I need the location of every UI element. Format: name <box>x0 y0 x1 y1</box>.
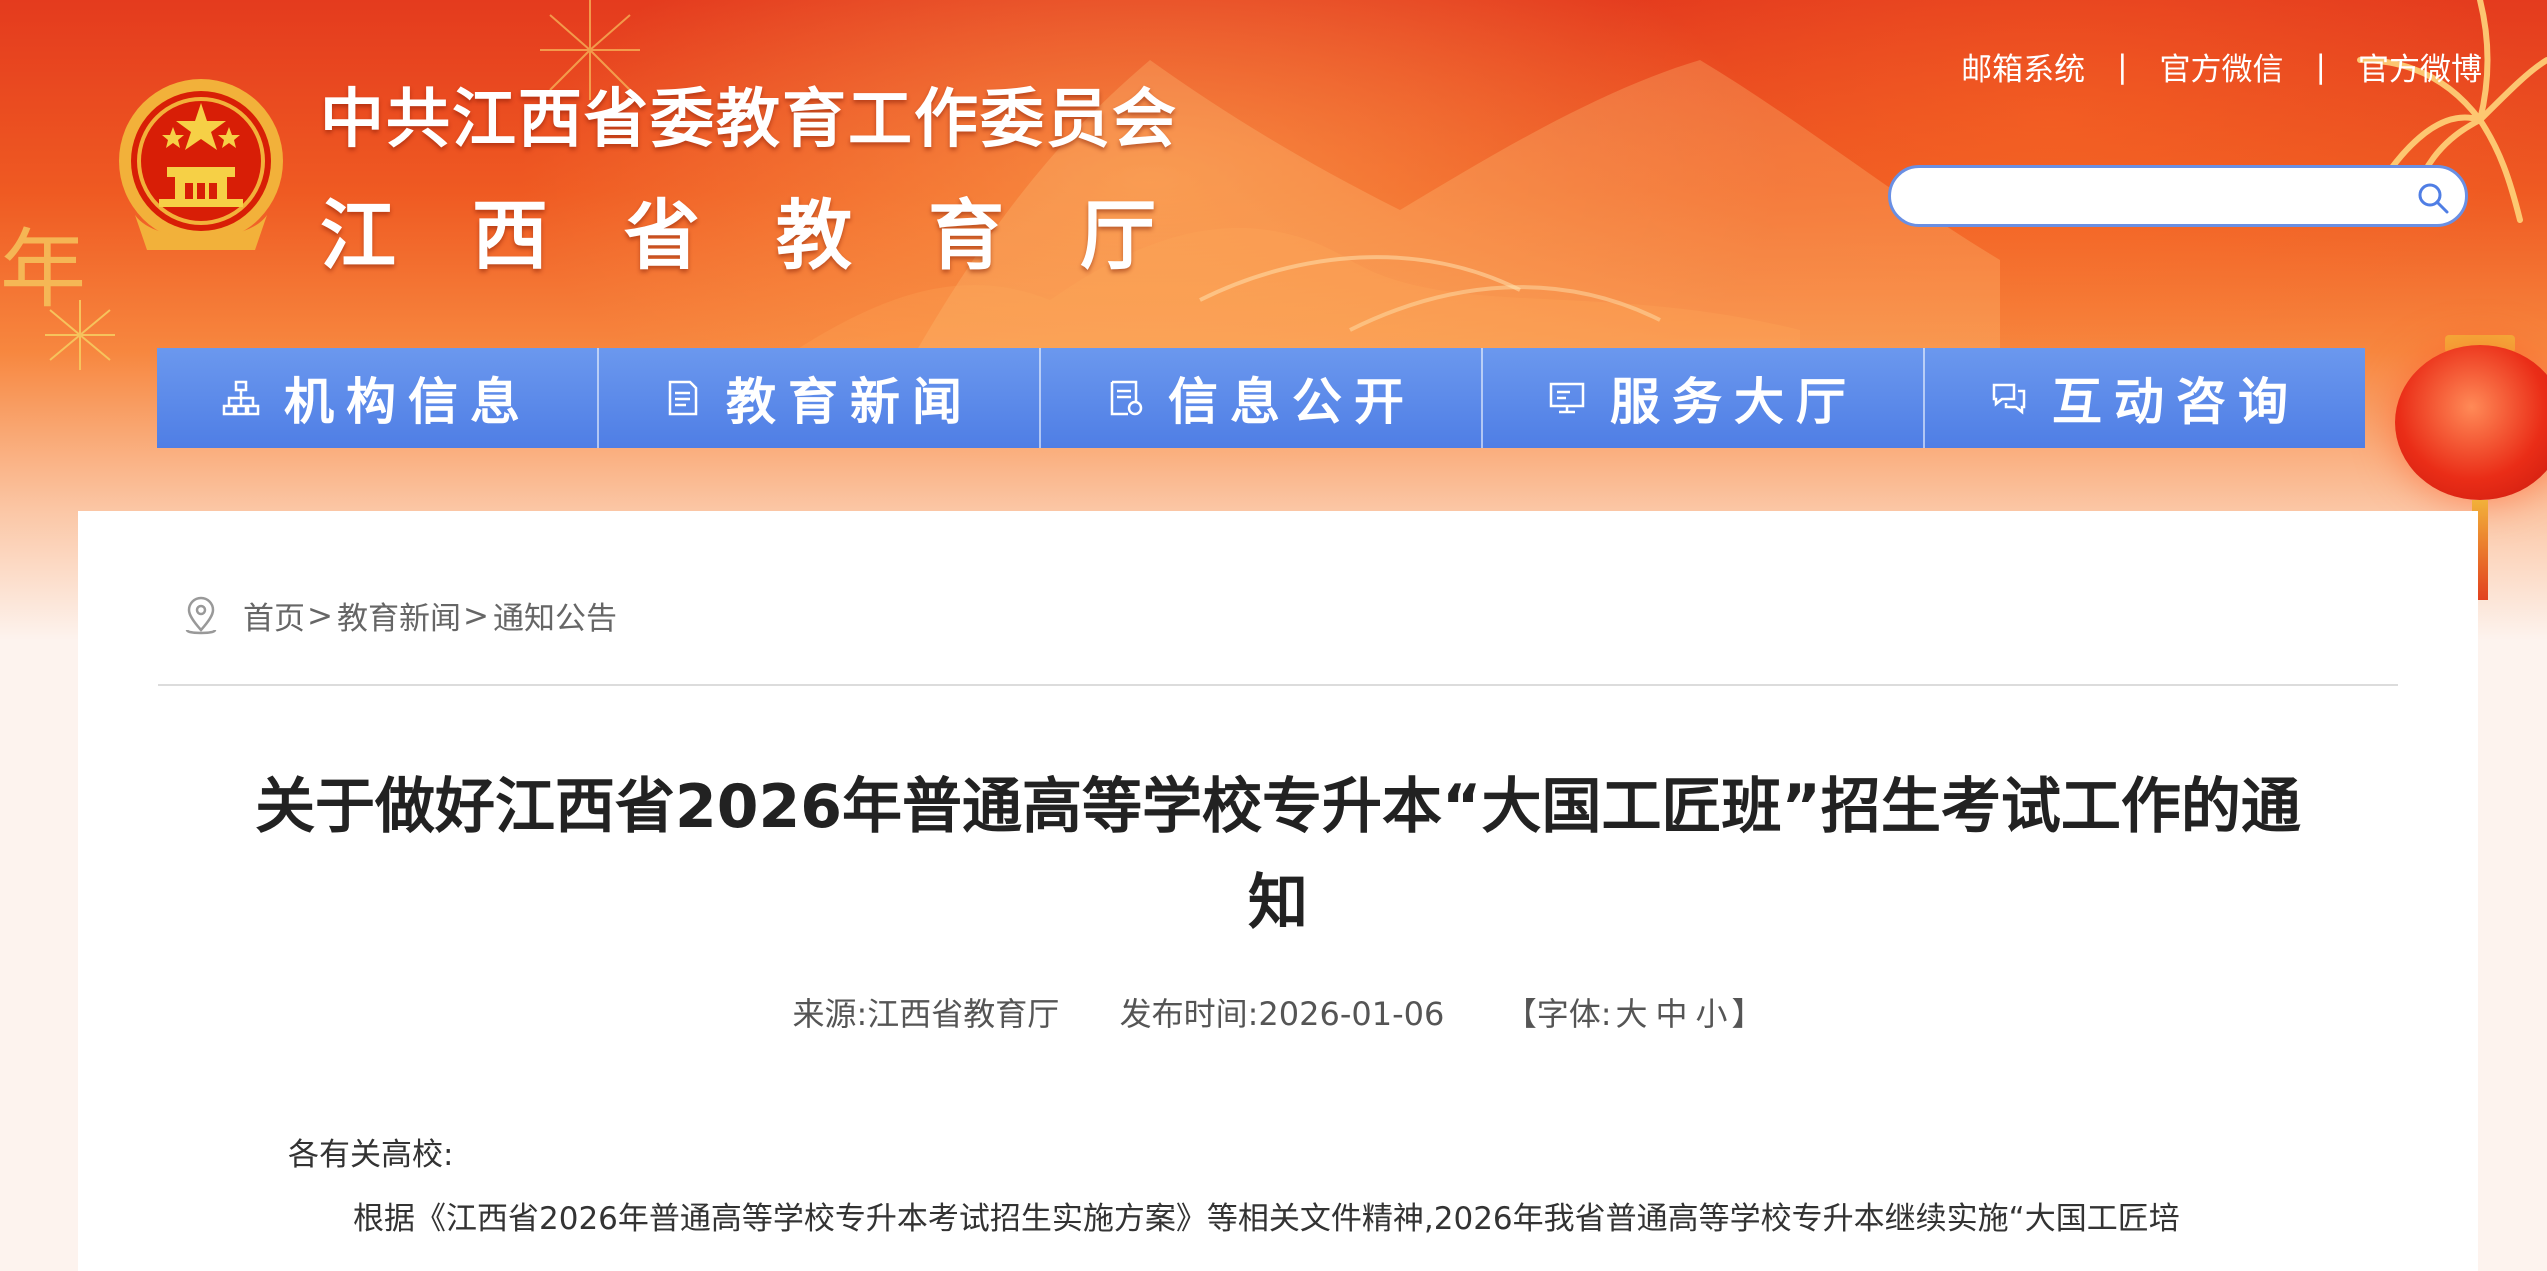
breadcrumb-notice-link[interactable]: 通知公告 <box>493 593 617 638</box>
breadcrumb-separator: > <box>307 597 333 634</box>
org-name-line2: 江西省教育厅 <box>320 191 1232 280</box>
nav-label: 互动咨询 <box>2052 373 2300 431</box>
font-size-small-button[interactable]: 小 <box>1696 995 1728 1033</box>
breadcrumb-divider <box>158 684 2398 686</box>
article-salutation: 各有关高校: <box>288 1137 454 1173</box>
official-weibo-link[interactable]: 官方微博 <box>2358 44 2482 89</box>
org-name-line1: 中共江西省委教育工作委员会 <box>320 83 1178 157</box>
font-size-suffix: 】 <box>1731 995 1764 1033</box>
link-separator: | <box>2315 48 2326 85</box>
font-size-medium-button[interactable]: 中 <box>1656 995 1688 1033</box>
date-label: 发布时间: <box>1119 995 1259 1033</box>
nav-item-org-info[interactable]: 机构信息 <box>157 348 599 448</box>
nav-item-info-disclosure[interactable]: 信息公开 <box>1041 348 1483 448</box>
mail-system-link[interactable]: 邮箱系统 <box>1961 44 2085 89</box>
new-year-calligraphy-decoration: 年 <box>0 220 86 320</box>
nav-label: 教育新闻 <box>726 373 974 431</box>
monitor-icon <box>1549 382 1585 414</box>
search-icon[interactable] <box>2415 180 2451 216</box>
nav-item-edu-news[interactable]: 教育新闻 <box>599 348 1041 448</box>
breadcrumb-separator: > <box>462 597 489 634</box>
nav-item-interactive-consult[interactable]: 互动咨询 <box>1925 348 2365 448</box>
publish-date: 2026-01-06 <box>1258 995 1445 1033</box>
org-chart-icon <box>222 380 260 416</box>
link-separator: | <box>2117 48 2128 85</box>
search-box <box>1888 165 2468 227</box>
chat-bubbles-icon <box>1992 383 2026 415</box>
nav-label: 机构信息 <box>284 373 532 431</box>
breadcrumb-edu-news-link[interactable]: 教育新闻 <box>337 593 461 638</box>
nav-label: 服务大厅 <box>1610 373 1858 431</box>
source-label: 来源: <box>792 995 868 1033</box>
nav-item-service-hall[interactable]: 服务大厅 <box>1483 348 1925 448</box>
article-meta: 来源:江西省教育厅 发布时间:2026-01-06 【字体: 大中小】 <box>78 989 2478 1035</box>
article-paragraph: 根据《江西省2026年普通高等学校专升本考试招生实施方案》等相关文件精神,202… <box>353 1201 2180 1237</box>
official-wechat-link[interactable]: 官方微信 <box>2160 44 2284 89</box>
document-icon <box>668 380 698 416</box>
national-emblem-logo <box>119 79 283 250</box>
nav-label: 信息公开 <box>1168 373 1416 431</box>
main-nav: 机构信息 教育新闻 信息公开 服务大厅 互动咨询 <box>157 348 2365 448</box>
location-pin-icon <box>185 596 217 634</box>
source-value: 江西省教育厅 <box>867 995 1060 1033</box>
top-links: 邮箱系统 | 官方微信 | 官方微博 <box>1961 44 2482 89</box>
article-panel: 首页 > 教育新闻 > 通知公告 关于做好江西省2026年普通高等学校专升本“大… <box>78 511 2478 1271</box>
search-input[interactable] <box>1921 176 2395 218</box>
breadcrumb: 首页 > 教育新闻 > 通知公告 <box>183 593 617 638</box>
font-size-prefix: 【字体: <box>1504 995 1612 1033</box>
site-title: 中共江西省委教育工作委员会 江西省教育厅 <box>320 68 1232 284</box>
font-size-large-button[interactable]: 大 <box>1616 995 1648 1033</box>
breadcrumb-home-link[interactable]: 首页 <box>243 593 305 638</box>
file-list-icon <box>1110 380 1143 416</box>
article-title: 关于做好江西省2026年普通高等学校专升本“大国工匠班”招生考试工作的通知 <box>255 772 2301 938</box>
